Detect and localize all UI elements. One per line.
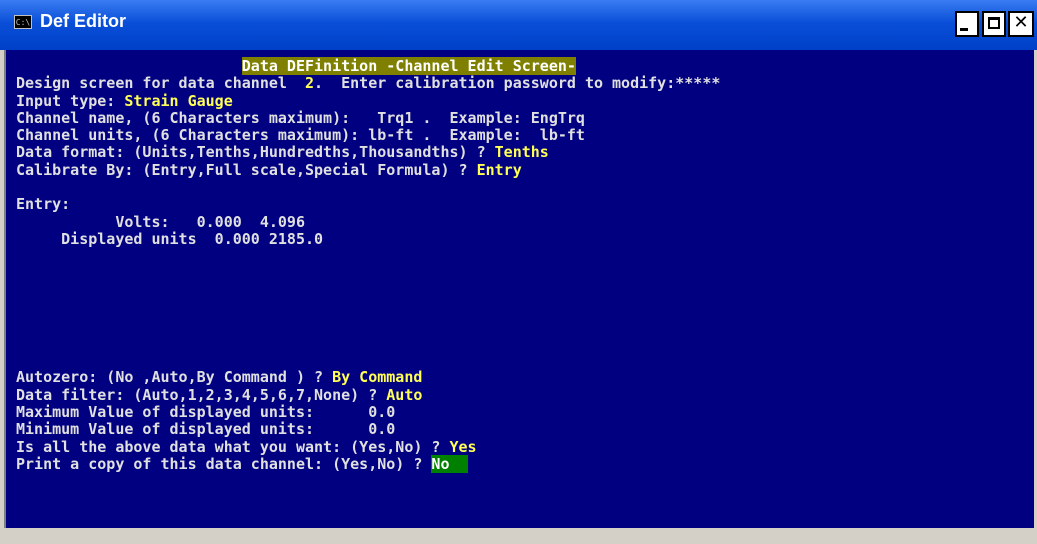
volts-line: Volts: 0.000 4.096: [16, 212, 305, 231]
window-title: Def Editor: [40, 11, 127, 31]
password-prompt: . Enter calibration password to modify:*…: [314, 74, 721, 93]
cursor-pad: [449, 455, 467, 473]
header-indent: [16, 57, 242, 75]
input-type-label: Input type:: [16, 91, 125, 110]
input-type-value: Strain Gauge: [124, 91, 233, 110]
confirm-value: Yes: [449, 437, 477, 456]
calibrate-label: Calibrate By: (Entry,Full scale,Special …: [16, 160, 477, 179]
screen-header: Data DEFinition -Channel Edit Screen-: [241, 57, 576, 75]
window-bottom-border: [0, 528, 1037, 544]
confirm-label: Is all the above data what you want: (Ye…: [16, 437, 450, 456]
entry-label: Entry:: [16, 195, 71, 214]
calibrate-line: Calibrate By: (Entry,Full scale,Special …: [16, 160, 720, 179]
max-value-line: Maximum Value of displayed units: 0.0: [16, 402, 396, 421]
print-label: Print a copy of this data channel: (Yes,…: [16, 454, 432, 473]
min-value-line: Minimum Value of displayed units: 0.0: [16, 420, 396, 439]
channel-number: 2: [304, 74, 315, 93]
print-value[interactable]: No: [431, 455, 449, 473]
channel-name-line: Channel name, (6 Characters maximum): Tr…: [16, 108, 585, 127]
calibrate-value: Entry: [476, 160, 522, 179]
data-format-label: Data format: (Units,Tenths,Hundredths,Th…: [16, 143, 495, 162]
close-button[interactable]: ✕: [1008, 11, 1034, 37]
data-format-line: Data format: (Units,Tenths,Hundredths,Th…: [16, 144, 720, 161]
console-area[interactable]: Data DEFinition -Channel Edit Screen- De…: [4, 50, 1034, 528]
close-icon: ✕: [1013, 12, 1029, 33]
header-line: Data DEFinition -Channel Edit Screen-: [16, 57, 720, 75]
design-label: Design screen for data channel: [16, 74, 305, 93]
maximize-button[interactable]: [982, 11, 1006, 37]
autozero-label: Autozero: (No ,Auto,By Command ) ?: [16, 368, 333, 387]
def-editor-window: C:\ Def Editor ✕ Data DEFinition -Channe…: [0, 0, 1037, 544]
data-filter-label: Data filter: (Auto,1,2,3,4,5,6,7,None) ?: [16, 385, 387, 404]
minimize-button[interactable]: [955, 11, 979, 37]
input-type-line: Input type: Strain Gauge: [16, 91, 720, 110]
autozero-line: Autozero: (No ,Auto,By Command ) ? By Co…: [16, 369, 720, 386]
print-input-cursor[interactable]: No: [431, 454, 468, 473]
title-bar[interactable]: C:\ Def Editor ✕: [0, 0, 1037, 50]
console-icon[interactable]: C:\: [14, 15, 32, 29]
data-filter-value: Auto: [386, 385, 423, 404]
data-format-value: Tenths: [494, 143, 549, 162]
autozero-value: By Command: [332, 368, 423, 387]
confirm-line: Is all the above data what you want: (Ye…: [16, 437, 720, 456]
design-line: Design screen for data channel 2. Enter …: [16, 75, 720, 92]
displayed-units-line: Displayed units 0.000 2185.0: [16, 229, 324, 248]
channel-units-line: Channel units, (6 Characters maximum): l…: [16, 126, 585, 145]
data-filter-line: Data filter: (Auto,1,2,3,4,5,6,7,None) ?…: [16, 385, 720, 404]
print-line: Print a copy of this data channel: (Yes,…: [16, 454, 720, 473]
